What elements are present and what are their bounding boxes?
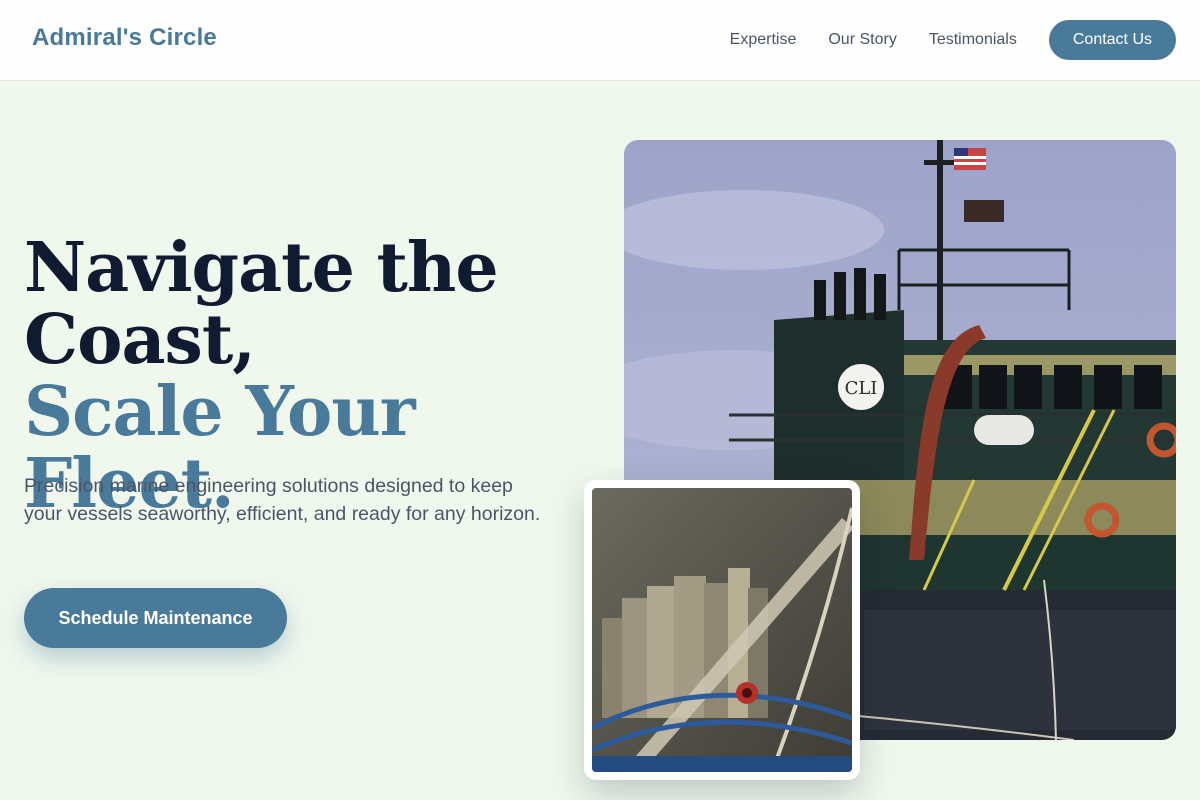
contact-us-button[interactable]: Contact Us — [1048, 20, 1176, 60]
ship-detail-photo-frame — [584, 480, 860, 780]
ship-detail-photo — [592, 488, 852, 772]
brand-logo[interactable]: Admiral's Circle — [32, 24, 217, 52]
hero-title-line-2: Coast, — [24, 300, 256, 380]
schedule-maintenance-button[interactable]: Schedule Maintenance — [24, 588, 287, 648]
nav-link-our-story[interactable]: Our Story — [828, 20, 896, 60]
hero-description: Precision marine engineering solutions d… — [24, 475, 541, 525]
hero-title-line-1: Navigate the — [24, 228, 499, 308]
nav-link-testimonials[interactable]: Testimonials — [929, 20, 1017, 60]
nav-link-expertise[interactable]: Expertise — [730, 20, 797, 60]
site-header: Admiral's Circle Expertise Our Story Tes… — [0, 0, 1200, 81]
main-nav: Expertise Our Story Testimonials Contact… — [730, 20, 1176, 60]
vessel-emblem-text: CLI — [845, 378, 878, 399]
